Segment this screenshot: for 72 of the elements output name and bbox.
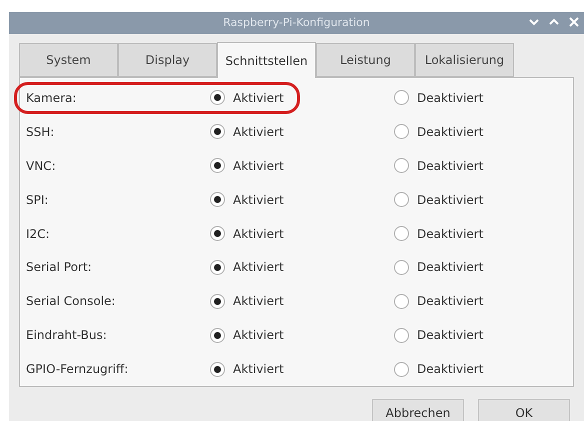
radio-label: Aktiviert: [233, 259, 284, 276]
radio-button[interactable]: [394, 294, 409, 309]
radio-label: Deaktiviert: [417, 124, 484, 141]
setting-label: SPI:: [25, 192, 50, 209]
setting-label: SSH:: [25, 124, 56, 141]
radio-button[interactable]: [210, 328, 225, 343]
radio-option[interactable]: Deaktiviert: [394, 224, 484, 242]
radio-label: Deaktiviert: [417, 259, 484, 276]
radio-button[interactable]: [210, 294, 225, 309]
window-title: Raspberry-Pi-Konfiguration: [223, 14, 370, 31]
setting-label: Kamera:: [25, 90, 78, 107]
radio-button[interactable]: [394, 260, 409, 275]
radio-option[interactable]: Deaktiviert: [394, 360, 484, 378]
radio-option[interactable]: Aktiviert: [210, 122, 394, 141]
dialog-button[interactable]: OK: [478, 399, 570, 421]
radio-label: Aktiviert: [233, 90, 284, 107]
radio-button[interactable]: [210, 90, 225, 106]
radio-button[interactable]: [394, 90, 409, 106]
radio-option[interactable]: Deaktiviert: [394, 156, 484, 175]
radio-label: Aktiviert: [233, 361, 284, 378]
radio-label: Aktiviert: [233, 327, 284, 344]
radio-button[interactable]: [210, 260, 225, 275]
radio-label: Deaktiviert: [417, 158, 484, 175]
tab[interactable]: Lokalisierung: [415, 43, 514, 77]
radio-label: Deaktiviert: [417, 226, 484, 242]
radio-button[interactable]: [210, 192, 225, 208]
radio-option[interactable]: Aktiviert: [210, 224, 394, 242]
radio-option[interactable]: Deaktiviert: [394, 190, 484, 209]
radio-option[interactable]: Aktiviert: [210, 190, 394, 209]
radio-option[interactable]: Deaktiviert: [394, 122, 484, 141]
radio-button[interactable]: [394, 158, 409, 174]
radio-option[interactable]: Aktiviert: [210, 88, 394, 107]
setting-label: GPIO-Fernzugriff:: [25, 361, 130, 378]
radio-button[interactable]: [394, 362, 409, 377]
tab[interactable]: Leistung: [316, 43, 415, 77]
radio-option[interactable]: Aktiviert: [210, 326, 394, 344]
radio-button[interactable]: [394, 192, 409, 208]
radio-button[interactable]: [394, 226, 409, 241]
radio-button[interactable]: [210, 124, 225, 140]
radio-label: Aktiviert: [233, 192, 284, 209]
radio-option[interactable]: Deaktiviert: [394, 292, 484, 310]
close-icon[interactable]: [568, 16, 580, 28]
radio-option[interactable]: Aktiviert: [210, 360, 394, 378]
radio-label: Aktiviert: [233, 158, 284, 175]
radio-button[interactable]: [210, 362, 225, 377]
setting-label: Serial Console:: [25, 293, 116, 310]
tab[interactable]: Schnittstellen: [217, 42, 316, 78]
radio-label: Aktiviert: [233, 293, 284, 310]
radio-button[interactable]: [210, 158, 225, 174]
radio-label: Deaktiviert: [417, 327, 484, 344]
radio-button[interactable]: [210, 226, 225, 241]
dialog-button[interactable]: Abbrechen: [372, 399, 464, 421]
radio-label: Deaktiviert: [417, 361, 484, 378]
tab[interactable]: Display: [118, 43, 217, 77]
radio-button[interactable]: [394, 124, 409, 140]
radio-option[interactable]: Aktiviert: [210, 156, 394, 175]
radio-label: Aktiviert: [233, 226, 284, 242]
radio-option[interactable]: Deaktiviert: [394, 258, 484, 276]
radio-label: Deaktiviert: [417, 90, 484, 107]
radio-option[interactable]: Deaktiviert: [394, 326, 484, 344]
radio-button[interactable]: [394, 328, 409, 343]
radio-option[interactable]: Deaktiviert: [394, 88, 484, 107]
setting-label: I2C:: [25, 226, 51, 242]
radio-option[interactable]: Aktiviert: [210, 292, 394, 310]
radio-label: Deaktiviert: [417, 192, 484, 209]
radio-option[interactable]: Aktiviert: [210, 258, 394, 276]
radio-label: Aktiviert: [233, 124, 284, 141]
setting-label: Eindraht-Bus:: [25, 327, 108, 344]
setting-label: VNC:: [25, 158, 57, 175]
setting-label: Serial Port:: [25, 259, 93, 276]
tab[interactable]: System: [19, 43, 118, 77]
radio-label: Deaktiviert: [417, 293, 484, 310]
